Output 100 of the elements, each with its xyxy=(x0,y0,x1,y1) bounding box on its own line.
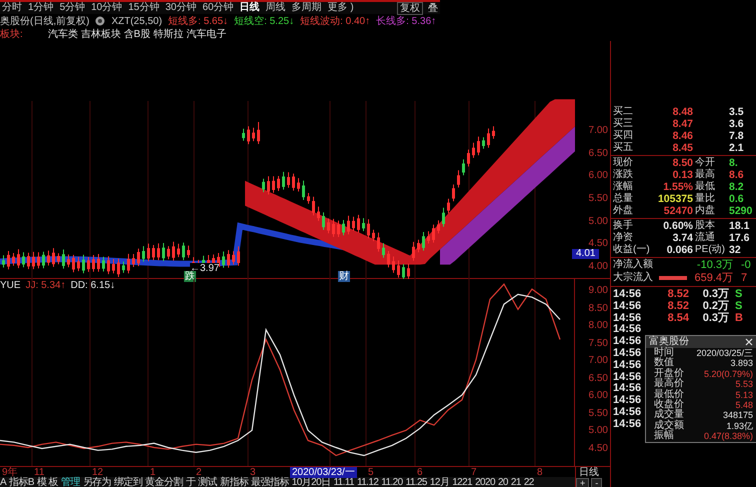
period-tab[interactable]: 周线 xyxy=(266,2,286,14)
date-label: 2020/03/23/一 xyxy=(290,467,357,478)
toolbar-button[interactable]: 叠 xyxy=(426,2,440,14)
trade-time: 14:56 xyxy=(612,372,642,383)
bottom-tab[interactable]: 11.12 xyxy=(357,477,378,487)
bottom-tab[interactable]: 指标B xyxy=(9,477,34,487)
zoom-button[interactable]: - xyxy=(591,478,602,487)
quote-value: 0.066 xyxy=(666,244,693,256)
period-tab[interactable]: 15分钟 xyxy=(128,2,160,14)
bottom-tab[interactable]: 于 xyxy=(186,477,196,487)
flow-value: -10.3万 xyxy=(696,259,733,272)
period-tab[interactable]: 10分钟 xyxy=(91,2,122,14)
period-tab[interactable]: 更多 ) xyxy=(328,2,354,14)
period-tab[interactable]: 分时 xyxy=(2,2,22,14)
bottom-tab[interactable]: 11.20 xyxy=(381,477,403,487)
period-tab[interactable]: 30分钟 xyxy=(165,2,196,14)
bottom-tab[interactable]: A xyxy=(0,477,6,487)
popup-label: 最高价 xyxy=(654,379,684,390)
popup-label: 成交额 xyxy=(654,420,684,431)
bottom-tab[interactable]: 另存为 xyxy=(82,477,111,487)
eye-icon[interactable] xyxy=(95,16,106,26)
trade-time: 14:56 xyxy=(612,300,642,313)
indicator-value: 短线波动: 0.40↑ xyxy=(300,14,370,28)
bottom-tab[interactable]: 1221 xyxy=(452,477,472,487)
price-label: 6.00 xyxy=(588,171,608,182)
indicator-value: 长线多: 5.36↑ xyxy=(376,14,436,28)
trade-time: 14:56 xyxy=(612,383,642,395)
bottom-tab[interactable]: 黄金分割 xyxy=(145,477,183,487)
period-tab[interactable]: 5分钟 xyxy=(60,2,86,14)
quote-value: 3.74 xyxy=(672,232,693,244)
quote-value: 0.60% xyxy=(662,220,693,232)
trade-time: 14:56 xyxy=(612,406,642,419)
axis-tick-label: 6.00 xyxy=(588,391,608,402)
quote-price: 8.47 xyxy=(672,118,693,130)
trade-price: 8.52 xyxy=(666,300,689,313)
quote-label: 涨幅 xyxy=(612,181,634,192)
quote-price: 8.46 xyxy=(672,130,693,142)
bottom-tab[interactable]: 2020 xyxy=(475,477,495,487)
quote-label: 今开 xyxy=(694,157,716,168)
bottom-tab[interactable]: 新指标 xyxy=(220,477,248,487)
quote-value: 8.50 xyxy=(672,157,693,169)
event-tag[interactable]: 财 xyxy=(338,271,350,282)
quote-label: 买三 xyxy=(612,118,634,130)
sector-tag: 特斯拉 xyxy=(153,27,184,41)
price-label: 6.50 xyxy=(588,148,608,159)
price-label: 7.00 xyxy=(588,126,608,136)
axis-tick-label: 8.50 xyxy=(588,304,608,314)
bottom-tab[interactable]: 20 xyxy=(498,477,508,487)
quote-value: 18.1 xyxy=(729,220,750,232)
quote-value: 1.55% xyxy=(662,181,693,193)
quote-value: 105375 xyxy=(656,193,693,205)
bottom-tab[interactable]: 11.11 xyxy=(333,477,354,487)
period-tab[interactable]: 日线 xyxy=(240,2,260,14)
popup-label: 开盘价 xyxy=(654,368,684,379)
indicator-name: YUE xyxy=(0,280,21,291)
zoom-button[interactable]: + xyxy=(576,478,590,487)
popup-value: 2020/03/25/三 xyxy=(696,348,753,358)
period-tab[interactable]: 多周期 xyxy=(292,2,322,14)
axis-tick-label: 5.00 xyxy=(588,426,608,436)
axis-tick-label: 9.00 xyxy=(588,286,608,296)
series-name: DD xyxy=(70,280,86,291)
quote-label: 总量 xyxy=(612,193,634,205)
bottom-tab[interactable]: 12月 xyxy=(430,477,450,487)
quote-value: 8.6 xyxy=(729,169,745,181)
quote-label: 股本 xyxy=(694,220,716,232)
event-tag[interactable]: 跌 xyxy=(184,271,196,282)
quote-label: 现价 xyxy=(612,157,634,168)
popup-label: 振幅 xyxy=(654,431,674,442)
date-label: 1 xyxy=(150,467,156,478)
quote-value: 17.6 xyxy=(729,232,750,244)
close-icon[interactable] xyxy=(745,338,753,346)
date-label: 9年 xyxy=(2,467,18,478)
popup-title: 富奥股份 xyxy=(649,336,689,347)
bottom-tab[interactable]: 最强指标 xyxy=(251,477,289,487)
quote-volume: 7.8 xyxy=(729,130,745,142)
flow-bar xyxy=(659,276,687,280)
date-label: 5 xyxy=(368,467,374,478)
quote-label: 内盘 xyxy=(694,205,716,217)
bottom-tab[interactable]: 22 xyxy=(524,477,534,487)
popup-label: 最低价 xyxy=(654,390,684,400)
period-tab[interactable]: 1分钟 xyxy=(28,2,54,14)
popup-value: 5.20(0.79%) xyxy=(704,368,753,380)
bottom-tab[interactable]: 管理 xyxy=(60,477,80,487)
popup-value: 5.53 xyxy=(735,379,753,390)
bottom-tab[interactable]: 11.25 xyxy=(406,477,427,487)
quote-volume: 2.1 xyxy=(729,142,745,154)
bottom-tab[interactable]: 21 xyxy=(510,477,521,487)
bottom-tab[interactable]: 模 板 xyxy=(36,477,58,487)
axis-tick-label: 7.00 xyxy=(588,356,608,366)
sector-label: 板块: xyxy=(0,28,23,41)
indicator-value: 短线空: 5.25↓ xyxy=(234,14,294,28)
date-label: 11 xyxy=(34,467,44,478)
bottom-tab[interactable]: 绑定到 xyxy=(114,477,142,487)
bottom-tab[interactable]: 测试 xyxy=(198,477,217,487)
date-label: 2 xyxy=(196,467,202,478)
toolbar-button[interactable]: 复权 xyxy=(397,2,423,14)
sector-tag: 汽车电子 xyxy=(186,27,226,41)
axis-tick-label: 6.50 xyxy=(588,374,608,384)
trade-side: B xyxy=(734,312,743,324)
period-tab[interactable]: 60分钟 xyxy=(202,2,234,14)
